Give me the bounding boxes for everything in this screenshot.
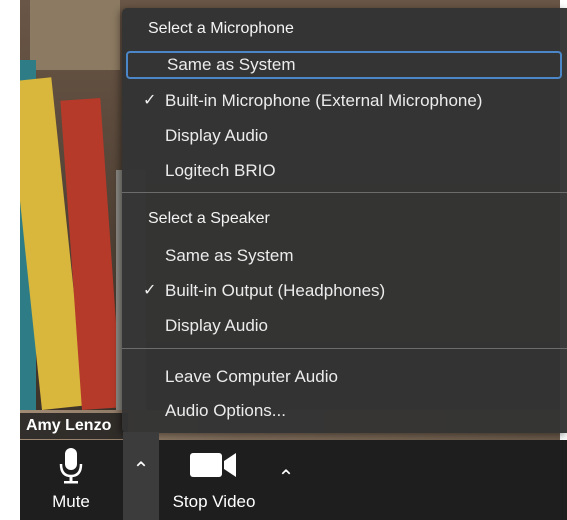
video-options-caret-button[interactable]: ⌃ [270, 440, 302, 520]
menu-item-mic-built-in[interactable]: ✓ Built-in Microphone (External Micropho… [126, 87, 562, 115]
speaker-section-title: Select a Speaker [148, 210, 270, 227]
menu-item-leave-computer-audio[interactable]: Leave Computer Audio [126, 363, 562, 391]
menu-item-label: Display Audio [165, 126, 269, 145]
menu-item-audio-options[interactable]: Audio Options... [126, 397, 562, 425]
stop-video-label: Stop Video [172, 492, 256, 511]
mute-label: Mute [52, 492, 90, 511]
zoom-window: Amy Lenzo Select a Microphone Same as Sy… [0, 0, 567, 520]
menu-item-label: Built-in Microphone (External Microphone… [165, 91, 483, 110]
menu-divider [122, 192, 567, 193]
chevron-up-icon: ⌃ [277, 467, 295, 489]
stop-video-button[interactable]: Stop Video [166, 440, 262, 520]
menu-item-mic-display-audio[interactable]: Display Audio [126, 122, 562, 150]
audio-settings-menu: Select a Microphone Same as System ✓ Bui… [122, 8, 567, 433]
mute-button[interactable]: Mute [40, 440, 102, 520]
video-camera-icon [190, 453, 236, 477]
microphone-section-title: Select a Microphone [148, 20, 294, 37]
menu-item-mic-logitech-brio[interactable]: Logitech BRIO [126, 157, 562, 185]
meeting-toolbar: Mute ⌃ Stop Video ⌃ [20, 432, 567, 520]
menu-item-speaker-same-as-system[interactable]: Same as System [126, 242, 562, 270]
menu-item-label: Built-in Output (Headphones) [165, 281, 386, 300]
chevron-up-icon: ⌃ [132, 459, 150, 481]
microphone-icon [59, 448, 83, 484]
participant-name: Amy Lenzo [20, 413, 128, 439]
menu-divider [122, 348, 567, 349]
menu-item-label: Display Audio [165, 316, 269, 335]
menu-item-label: Same as System [167, 55, 296, 74]
menu-item-speaker-display-audio[interactable]: Display Audio [126, 312, 562, 340]
menu-item-label: Same as System [165, 246, 294, 265]
menu-item-label: Logitech BRIO [165, 161, 276, 180]
checkmark-icon: ✓ [143, 282, 157, 299]
checkmark-icon: ✓ [143, 92, 157, 109]
menu-item-label: Audio Options... [165, 401, 286, 420]
menu-item-label: Leave Computer Audio [165, 367, 338, 386]
audio-options-caret-button[interactable]: ⌃ [123, 432, 159, 520]
video-book [30, 0, 120, 70]
menu-item-speaker-built-in[interactable]: ✓ Built-in Output (Headphones) [126, 277, 562, 305]
menu-item-mic-same-as-system[interactable]: Same as System [126, 51, 562, 79]
